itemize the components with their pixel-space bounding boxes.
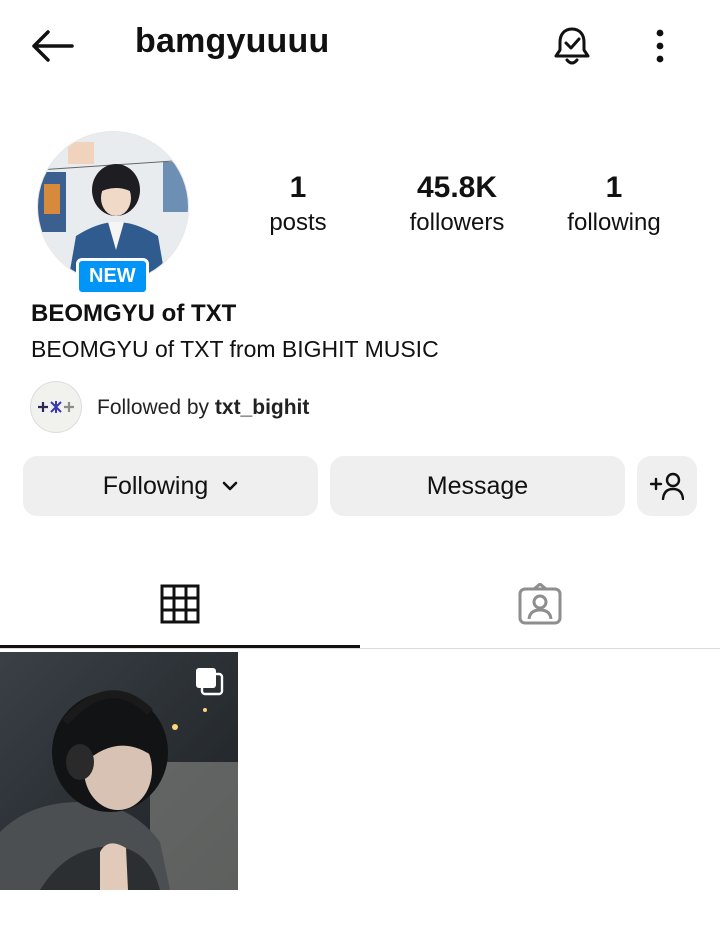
post-thumbnail[interactable] — [0, 652, 238, 890]
following-label: following — [567, 209, 661, 236]
followers-count: 45.8K — [416, 171, 498, 204]
posts-label: posts — [269, 209, 327, 236]
more-vertical-icon — [656, 29, 664, 63]
followers-stat[interactable]: 45.8K followers — [392, 170, 522, 240]
multiple-posts-icon — [196, 668, 224, 696]
suggested-users-button[interactable] — [637, 456, 697, 516]
followed-by-prefix: Followed by — [97, 396, 215, 419]
following-button-label: Following — [102, 471, 209, 500]
back-button[interactable] — [24, 20, 80, 72]
followers-label: followers — [409, 209, 505, 236]
grid-icon — [160, 584, 200, 624]
followed-by-avatar[interactable] — [31, 382, 81, 432]
following-count: 1 — [605, 171, 623, 204]
bio-text: BEOMGYU of TXT from BIGHIT MUSIC — [31, 336, 439, 362]
followed-by-user: txt_bighit — [214, 396, 310, 419]
following-button[interactable]: Following — [23, 456, 318, 516]
posts-stat: 1 posts — [248, 170, 348, 240]
profile-username: bamgyuuuu — [135, 22, 330, 60]
message-button[interactable]: Message — [330, 456, 625, 516]
new-badge: NEW — [76, 258, 149, 295]
following-stat[interactable]: 1 following — [555, 170, 673, 240]
message-button-label: Message — [426, 471, 529, 500]
back-arrow-icon — [32, 30, 74, 62]
chevron-down-icon — [222, 481, 238, 491]
tagged-icon — [518, 583, 562, 625]
notifications-button[interactable] — [544, 18, 600, 74]
tab-divider — [0, 648, 720, 649]
followed-by-text[interactable]: Followed by txt_bighit — [97, 396, 309, 420]
txt-logo-icon — [38, 401, 74, 413]
more-options-button[interactable] — [640, 20, 680, 72]
tab-tagged[interactable] — [360, 560, 720, 648]
tab-posts-grid[interactable] — [0, 560, 360, 648]
display-name: BEOMGYU of TXT — [31, 300, 237, 327]
posts-count: 1 — [289, 171, 307, 204]
add-user-icon — [650, 472, 684, 500]
bell-check-icon — [554, 27, 590, 65]
